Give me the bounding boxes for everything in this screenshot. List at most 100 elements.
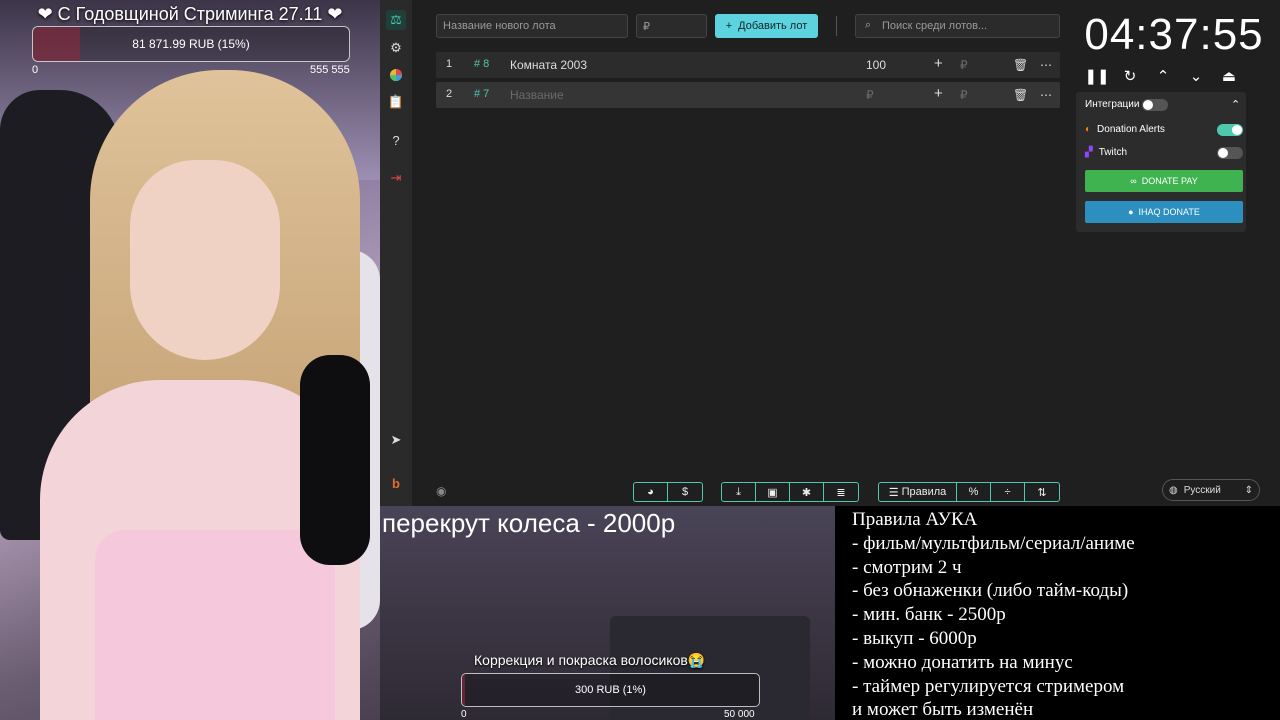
lot-name[interactable]: Комната 2003 [510,58,587,72]
select-arrow-icon: ⇕ [1244,484,1253,496]
goal-title: Коррекция и покраска волосиков😭 [474,652,706,668]
add-amount-icon[interactable]: + [934,85,943,102]
lot-index: 2 [446,88,453,100]
anniversary-max: 555 555 [310,64,350,76]
bottom-camera-area: перекрут колеса - 2000р Коррекция и покр… [380,506,835,720]
integrations-toggle[interactable] [1142,99,1168,111]
chevron-down-icon[interactable]: ⌄ [1186,66,1206,86]
chevron-up-icon[interactable]: ⌃ [1231,98,1240,111]
lot-row: 1 # 8 Комната 2003 100 + ₽ 🗑 ⋯ [436,52,1060,78]
donation-alerts-label: Donation Alerts [1097,124,1165,135]
trash-icon[interactable]: 🗑 [1013,88,1028,102]
ihaq-icon: ● [1128,207,1134,217]
streamer-top [95,530,335,720]
rules-line: - без обнаженки (либо тайм-коды) [852,580,1129,602]
anniversary-min: 0 [32,64,39,76]
webcam-feed [0,0,380,720]
wheel-icon[interactable] [386,65,406,85]
integrations-panel: Интеграции ⌃ ◐ Donation Alerts ▞ Twitch … [1076,92,1246,232]
file-group: ⤓ ▣ ✱ ≣ [721,482,859,502]
percent-button[interactable]: % [957,483,991,501]
toolbar-divider [836,16,837,36]
anniversary-goal-widget: ❤ С Годовщиной Стриминга 27.11 ❤ 81 871.… [0,0,380,80]
twitch-row: ▞ Twitch [1085,147,1127,158]
more-icon[interactable]: ⋯ [1040,88,1052,102]
lot-amount[interactable]: ₽ [866,88,874,102]
new-lot-amount-input[interactable]: ₽ [636,14,707,38]
auction-timer: 04:37:55 [1084,10,1264,59]
dollar-icon[interactable]: $ [668,483,702,501]
anniversary-progress-text: 81 871.99 RUB (15%) [132,37,250,51]
new-lot-input[interactable]: Название нового лота [436,14,628,38]
lot-id[interactable]: # 7 [474,88,489,100]
streamer-face [130,160,280,360]
bug-icon[interactable]: ✱ [790,483,824,501]
rules-line: - выкуп - 6000р [852,627,977,649]
language-value: Русский [1183,484,1221,496]
help-icon[interactable]: ? [386,130,406,150]
lot-row: 2 # 7 Название ₽ + ₽ 🗑 ⋯ [436,82,1060,108]
rules-line: - можно донатить на минус [852,651,1073,673]
lot-search-input[interactable]: ⌕ Поиск среди лотов... [855,14,1060,38]
rules-line: - таймер регулируется стримером [852,675,1125,697]
language-select[interactable]: ◍ Русский ⇕ [1162,479,1260,501]
github-icon[interactable]: ◕ [634,483,668,501]
twitch-icon: ▞ [1085,147,1093,158]
trash-icon[interactable]: 🗑 [1013,58,1028,72]
clear-list-icon[interactable]: ≣ [824,483,858,501]
eye-icon[interactable]: ◉ [436,484,446,498]
goal-progress-text: 300 RUB (1%) [575,684,646,696]
lot-name[interactable]: Название [510,88,564,102]
twitch-toggle[interactable] [1217,147,1243,159]
chevron-up-icon[interactable]: ⌃ [1153,66,1173,86]
rules-button[interactable]: ☰ Правила [879,483,957,501]
telegram-icon[interactable]: ➤ [386,430,406,450]
auction-main: Название нового лота ₽ + Добавить лот ⌕ … [412,0,1068,506]
rules-line: - мин. банк - 2500р [852,604,1006,626]
donation-alerts-icon: ◐ [1085,124,1092,135]
ihaq-donate-button[interactable]: ● IHAQ DONATE [1085,201,1243,223]
rules-line: - фильм/мультфильм/сериал/аниме [852,532,1135,554]
lot-add-amount-input[interactable]: ₽ [960,58,968,72]
donate-pay-button[interactable]: ∞ DONATE PAY [1085,170,1243,192]
lot-index: 1 [446,58,453,70]
goal-progress-bar: 300 RUB (1%) [461,673,760,707]
sort-icon[interactable]: ⇅ [1025,483,1059,501]
donation-alerts-toggle[interactable] [1217,124,1243,136]
clipboard-icon[interactable]: 📋 [386,92,406,112]
save-icon[interactable]: ▣ [756,483,790,501]
integrations-header: Интеграции [1085,99,1139,110]
reset-icon[interactable]: ↻ [1120,66,1140,86]
gear-icon[interactable]: ⚙ [386,38,406,58]
ihaq-label: IHAQ DONATE [1138,207,1200,217]
stream-screen: ❤ С Годовщиной Стриминга 27.11 ❤ 81 871.… [0,0,1280,720]
app-sidebar: ⚖ ⚙ 📋 ? ⇥ ➤ b [380,0,412,506]
download-icon[interactable]: ⤓ [722,483,756,501]
globe-icon: ◍ [1169,484,1178,496]
add-amount-icon[interactable]: + [934,55,943,72]
pause-icon[interactable]: ❚❚ [1084,66,1109,86]
right-panel: 04:37:55 ❚❚ ↻ ⌃ ⌄ ⏏ Интеграции ⌃ ◐ Donat… [1068,0,1280,506]
anniversary-title: ❤ С Годовщиной Стриминга 27.11 ❤ [37,4,343,24]
logout-icon[interactable]: ⇥ [386,168,406,188]
links-group: ◕ $ [633,482,703,502]
microphone [300,355,370,565]
donate-pay-label: DONATE PAY [1141,176,1198,186]
lot-amount[interactable]: 100 [866,58,886,72]
search-icon: ⌕ [865,19,872,31]
rules-line: Правила АУКА [852,509,978,530]
boosty-icon[interactable]: b [386,473,406,493]
gavel-icon[interactable]: ⚖ [386,10,406,30]
more-icon[interactable]: ⋯ [1040,58,1052,72]
rules-line: - смотрим 2 ч [852,556,962,578]
rules-line: и может быть изменён [852,699,1034,720]
lot-add-amount-input[interactable]: ₽ [960,88,968,102]
lot-search-placeholder: Поиск среди лотов... [882,20,988,32]
auction-rules: Правила АУКА - фильм/мультфильм/сериал/а… [835,506,1280,720]
goal-max: 50 000 [724,709,755,720]
lot-id[interactable]: # 8 [474,58,489,70]
collapse-icon[interactable]: ⏏ [1219,66,1239,86]
add-lot-button[interactable]: + Добавить лот [715,14,818,38]
add-lot-label: Добавить лот [738,20,808,32]
split-icon[interactable]: ÷ [991,483,1025,501]
